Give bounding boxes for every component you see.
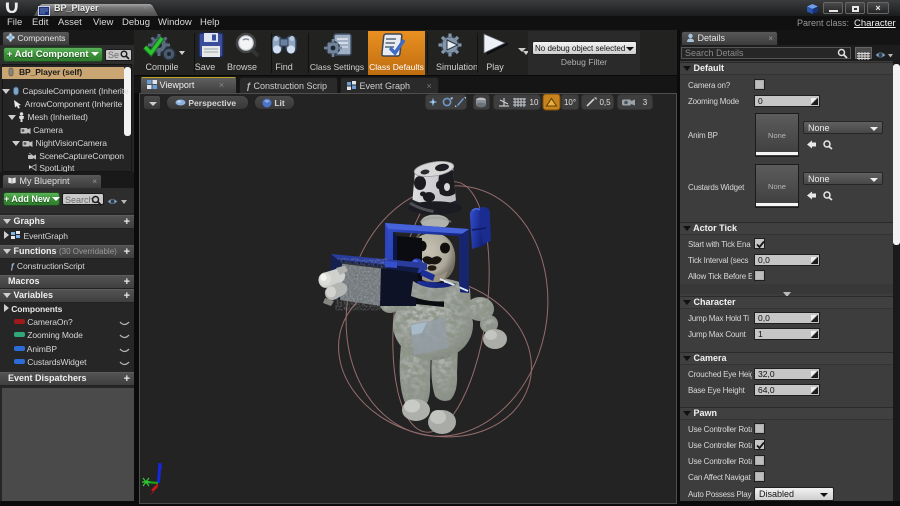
svg-text:10°: 10° [564, 98, 576, 107]
svg-text:3: 3 [643, 98, 648, 107]
svg-text:0,5: 0,5 [599, 98, 611, 107]
svg-text:10: 10 [530, 98, 539, 107]
